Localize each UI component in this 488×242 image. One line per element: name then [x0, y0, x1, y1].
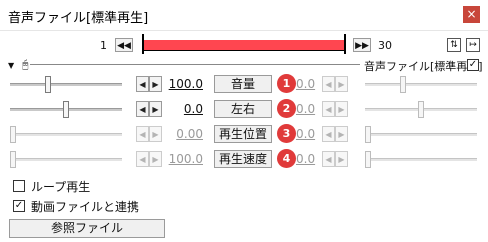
- right-slider-thumb[interactable]: [399, 76, 406, 93]
- increment-left-button[interactable]: ▶: [149, 101, 162, 117]
- mouse-icon: 🖰: [22, 58, 29, 71]
- title-bar: 音声ファイル[標準再生] ×: [0, 0, 488, 31]
- prev-frame-button[interactable]: ◀◀: [115, 38, 133, 52]
- right-slider-thumb[interactable]: [365, 151, 371, 168]
- decrement-left-button[interactable]: ◀: [136, 76, 149, 92]
- object-enable-checkbox[interactable]: ✓: [467, 59, 479, 71]
- loop-checkbox[interactable]: [13, 180, 25, 192]
- right-value[interactable]: 0.0: [296, 77, 315, 91]
- increment-left-button[interactable]: ▶: [149, 151, 162, 167]
- loop-label: ループ再生: [31, 180, 91, 194]
- header-separator: [30, 64, 360, 65]
- right-value[interactable]: 0.0: [296, 127, 315, 141]
- left-slider-thumb[interactable]: [10, 126, 16, 143]
- timeline-fill: [142, 40, 344, 50]
- step-badge: 1: [277, 74, 296, 93]
- decrement-right-button[interactable]: ◀: [322, 126, 335, 142]
- frame-timeline[interactable]: [142, 34, 346, 54]
- right-value[interactable]: 0.0: [296, 152, 315, 166]
- left-value[interactable]: 0.0: [165, 102, 203, 116]
- decrement-left-button[interactable]: ◀: [136, 101, 149, 117]
- step-badge: 4: [277, 149, 296, 168]
- left-slider-track[interactable]: [10, 133, 122, 136]
- param-button[interactable]: 再生位置: [214, 125, 272, 143]
- left-slider-track[interactable]: [10, 83, 122, 86]
- right-slider-thumb[interactable]: [365, 126, 371, 143]
- step-badge: 2: [277, 99, 296, 118]
- collapse-triangle-icon[interactable]: ▼: [8, 61, 14, 70]
- increment-left-button[interactable]: ▶: [149, 126, 162, 142]
- increment-right-button[interactable]: ▶: [335, 101, 348, 117]
- decrement-left-button[interactable]: ◀: [136, 151, 149, 167]
- decrement-right-button[interactable]: ◀: [322, 151, 335, 167]
- close-button[interactable]: ×: [463, 6, 480, 23]
- param-button[interactable]: 左右: [214, 100, 272, 118]
- link-video-checkbox[interactable]: ✓: [13, 200, 25, 212]
- decrement-right-button[interactable]: ◀: [322, 76, 335, 92]
- increment-right-button[interactable]: ▶: [335, 151, 348, 167]
- left-value[interactable]: 100.0: [165, 152, 203, 166]
- reference-file-button[interactable]: 参照ファイル: [9, 219, 165, 238]
- increment-left-button[interactable]: ▶: [149, 76, 162, 92]
- increment-right-button[interactable]: ▶: [335, 76, 348, 92]
- swap-icon[interactable]: ⇅: [447, 38, 461, 52]
- right-slider-track[interactable]: [365, 133, 477, 136]
- left-slider-thumb[interactable]: [44, 76, 51, 93]
- fit-icon[interactable]: ↦: [466, 38, 480, 52]
- frame-end-label: 30: [378, 39, 392, 52]
- window-title: 音声ファイル[標準再生]: [8, 11, 149, 26]
- left-slider-track[interactable]: [10, 158, 122, 161]
- left-value[interactable]: 0.00: [165, 127, 203, 141]
- right-slider-track[interactable]: [365, 158, 477, 161]
- frame-start-label: 1: [100, 39, 107, 52]
- timeline-end-marker: [344, 34, 346, 54]
- right-slider-track[interactable]: [365, 83, 477, 86]
- right-slider-thumb[interactable]: [418, 101, 424, 118]
- link-video-label: 動画ファイルと連携: [31, 200, 140, 214]
- object-name-label: 音声ファイル[標準再生]: [364, 60, 483, 73]
- timeline-baseline: [142, 50, 344, 51]
- next-frame-button[interactable]: ▶▶: [353, 38, 371, 52]
- param-button[interactable]: 再生速度: [214, 150, 272, 168]
- increment-right-button[interactable]: ▶: [335, 126, 348, 142]
- decrement-right-button[interactable]: ◀: [322, 101, 335, 117]
- step-badge: 3: [277, 124, 296, 143]
- timeline-start-marker: [142, 34, 144, 54]
- left-slider-thumb[interactable]: [63, 101, 69, 118]
- left-slider-thumb[interactable]: [10, 151, 16, 168]
- decrement-left-button[interactable]: ◀: [136, 126, 149, 142]
- right-value[interactable]: 0.0: [296, 102, 315, 116]
- param-button[interactable]: 音量: [214, 75, 272, 93]
- left-value[interactable]: 100.0: [165, 77, 203, 91]
